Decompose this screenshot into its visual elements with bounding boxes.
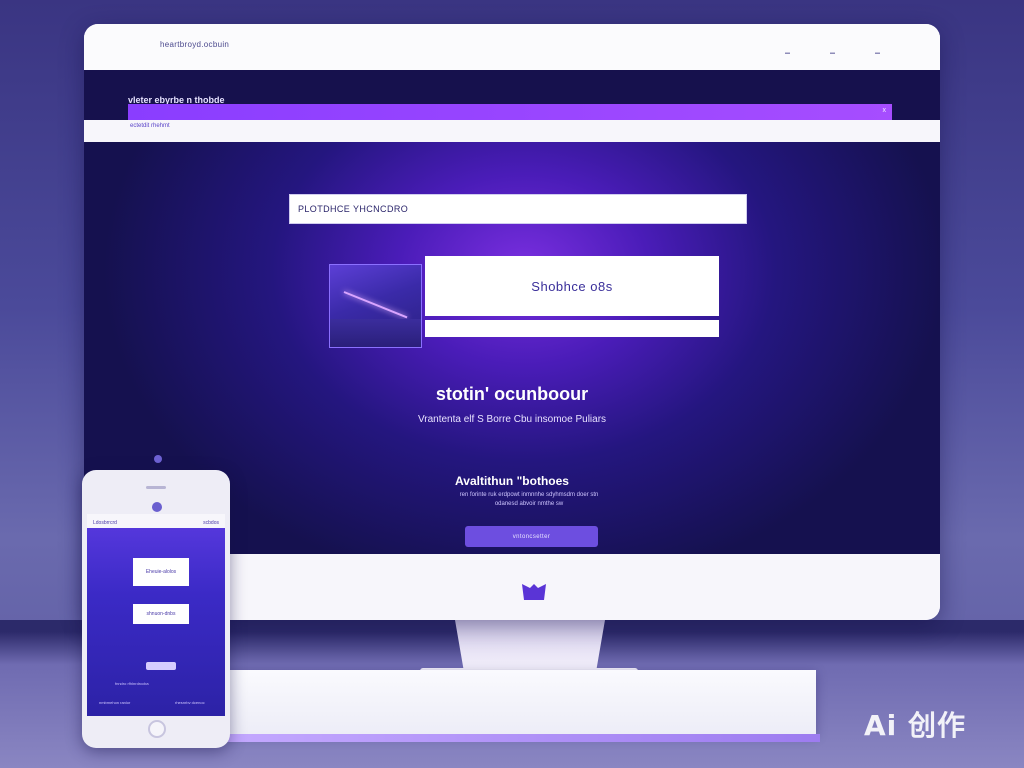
sub-nav-band: ectetdit rhehmt [84,120,940,142]
sub-nav-link[interactable]: ectetdit rhehmt [130,123,170,129]
browser-url[interactable]: heartbroyd.ocbuin [160,40,229,49]
close-icon[interactable]: x [883,107,887,114]
browser-bar: heartbroyd.ocbuin ▬ ▬ ▬ [84,24,940,70]
phone-footer-text: fnndro rfhlnrdrccba [115,681,149,686]
browser-menu-item[interactable]: ▬ [785,50,790,56]
browser-menu: ▬ ▬ ▬ [785,50,880,56]
featured-title: Shobhce o8s [531,278,613,294]
featured-title-card[interactable]: Shobhce o8s [425,256,719,316]
phone-card[interactable]: shnuon-dnbs [133,604,189,624]
phone-footer-text: nmbmehon ranlor [99,700,131,705]
browser-menu-item[interactable]: ▬ [875,50,880,56]
phone-speaker [146,486,166,489]
power-indicator-icon [154,455,162,463]
phone-title[interactable]: Ldosbrrcrd [93,520,117,526]
hero-subheading: Vrantenta elf S Borre Cbu insomoe Puliar… [417,414,607,425]
search-input[interactable] [290,195,746,223]
browser-menu-item[interactable]: ▬ [830,50,835,56]
keyboard-edge [220,734,820,742]
keyboard [226,670,816,734]
featured-thumbnail[interactable] [329,264,422,348]
nav-bar: x [128,104,892,120]
search-field[interactable] [289,194,747,224]
hero-heading: stotin' ocunboour [435,384,589,404]
phone-cta-button[interactable] [146,662,176,670]
section-text: ren forinte ruk erdpowt inmnnhe sdyhmsdm… [459,492,599,507]
monitor-stand-neck [455,620,605,672]
cta-button[interactable]: vntoncsetter [465,526,598,547]
phone-home-button[interactable] [148,720,166,738]
phone-card[interactable]: Eheuie-alolos [133,558,189,586]
phone-title-right[interactable]: scbdos [203,520,219,526]
thumbnail-base [330,319,421,347]
watermark: Ai 创作 [864,709,967,742]
phone-camera-icon [152,502,162,512]
phone-footer-text: rhesnrbv dcenoc [175,700,205,705]
mobile-phone: Ldosbrrcrd scbdos Eheuie-alolos shnuon-d… [82,470,230,748]
site-header: vleter ebyrbe n thobde x [84,70,940,120]
phone-screen: Ldosbrrcrd scbdos Eheuie-alolos shnuon-d… [87,514,225,716]
thumbnail-graphic [343,291,408,319]
brand-logo-icon [522,584,546,600]
featured-subtitle-bar [425,320,719,337]
